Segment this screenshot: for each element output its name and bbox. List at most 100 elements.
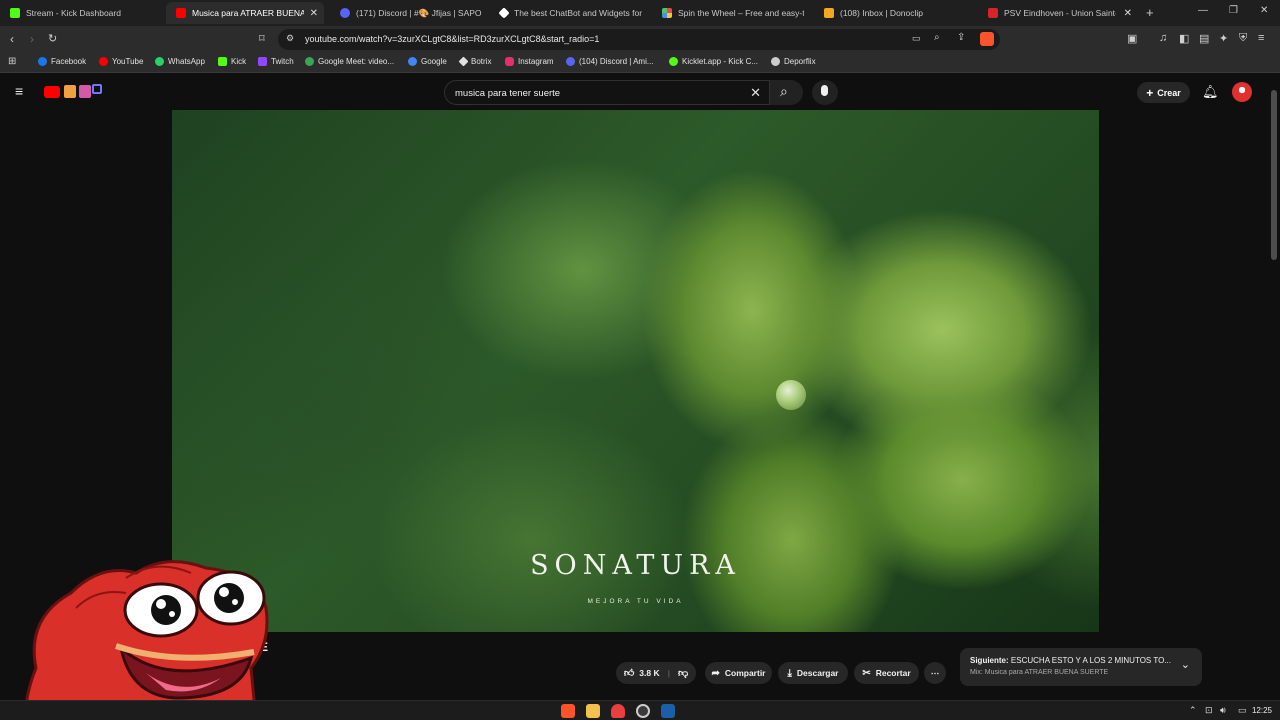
like-count[interactable]: 3.8 K: [639, 668, 659, 678]
search-button[interactable]: ⌕: [770, 80, 803, 105]
url-text[interactable]: youtube.com/watch?v=3zurXCLgtC8&list=RD3…: [305, 34, 599, 44]
volume-icon[interactable]: 🔊︎: [1220, 705, 1226, 716]
bookmark-twitch[interactable]: Twitch: [258, 57, 294, 66]
leo-ai-icon[interactable]: ✦: [1219, 32, 1228, 45]
search-icon: ⌕: [780, 83, 788, 99]
bookmark-label: Kick: [231, 57, 247, 66]
network-icon[interactable]: ⊡: [1205, 705, 1213, 716]
brave-browser-icon[interactable]: [561, 704, 575, 718]
address-bar[interactable]: ⚙ youtube.com/watch?v=3zurXCLgtC8&list=R…: [278, 29, 1000, 50]
bookmark-kicklet[interactable]: Kicklet.app - Kick C...: [669, 57, 758, 66]
bookmark-youtube[interactable]: YouTube: [99, 57, 143, 66]
site-settings-icon[interactable]: ⚙: [286, 33, 294, 44]
bookmark-deporflix[interactable]: Deporflix: [771, 57, 816, 66]
browser-toolbar: ‹ › ↻ ⌑ ⚙ youtube.com/watch?v=3zurXCLgtC…: [0, 26, 1280, 53]
tab-kick-dashboard[interactable]: Stream - Kick Dashboard: [0, 2, 160, 24]
bookmark-label: Deporflix: [784, 57, 816, 66]
restore-icon[interactable]: ❐: [1229, 5, 1238, 16]
tab-spin-the-wheel[interactable]: Spin the Wheel – Free and easy-to-u: [652, 2, 804, 24]
dislike-icon[interactable]: 👎︎: [678, 667, 688, 679]
new-tab-icon[interactable]: +: [1146, 5, 1154, 20]
bookmark-google-meet[interactable]: Google Meet: video...: [305, 57, 394, 66]
bookmark-label: Google Meet: video...: [318, 57, 395, 66]
menu-icon[interactable]: ≡: [1258, 32, 1264, 44]
facebook-icon: [38, 57, 47, 66]
share-icon[interactable]: ⇪: [957, 32, 965, 43]
browser-tab-strip: Stream - Kick Dashboard Musica para ATRA…: [0, 0, 1280, 26]
next-up-label: Siguiente:: [970, 656, 1009, 665]
tab-discord[interactable]: (171) Discord | #🎨 Jfijas | SAPOLIO: [330, 2, 482, 24]
bookmark-google[interactable]: Google: [408, 57, 447, 66]
media-icon[interactable]: ♫: [1159, 32, 1167, 44]
bookmark-facebook[interactable]: Facebook: [38, 57, 86, 66]
battery-icon[interactable]: ▭: [1238, 705, 1247, 716]
youtube-header: ≡ musica para tener suerte ✕ ⌕ + Crear 🔔…: [0, 74, 1268, 110]
youtube-logo-icon[interactable]: [44, 86, 60, 98]
share-arrow-icon: ➦: [711, 667, 720, 679]
bookmark-whatsapp[interactable]: WhatsApp: [155, 57, 205, 66]
clock[interactable]: 12:25: [1252, 706, 1272, 715]
tab-psv-eindhoven[interactable]: PSV Eindhoven - Union Saint-Gi ✕: [978, 2, 1138, 24]
chevron-down-icon[interactable]: ⌄: [1181, 658, 1190, 671]
bookmark-instagram[interactable]: Instagram: [505, 57, 554, 66]
app-icon[interactable]: [611, 704, 625, 718]
download-icon: ⤓: [787, 667, 792, 679]
microphone-icon: [821, 85, 828, 96]
scrollbar-thumb[interactable]: [1271, 90, 1277, 260]
minimize-icon[interactable]: —: [1198, 5, 1208, 16]
bookmark-botrix[interactable]: Botrix: [458, 56, 492, 67]
voice-search-button[interactable]: [812, 80, 838, 105]
doodle-logo-icon: [79, 85, 91, 98]
create-button[interactable]: + Crear: [1137, 82, 1190, 103]
hamburger-menu-icon[interactable]: ≡: [15, 83, 23, 99]
video-player[interactable]: SONATURA MEJORA TU VIDA: [172, 110, 1099, 632]
share-button[interactable]: ➦ Compartir: [705, 662, 772, 684]
tab-botrix[interactable]: The best ChatBot and Widgets for K: [490, 2, 642, 24]
close-tab-icon[interactable]: ✕: [1124, 8, 1132, 19]
search-input[interactable]: musica para tener suerte ✕: [444, 80, 770, 105]
brave-shields-icon[interactable]: [980, 32, 994, 46]
like-icon[interactable]: 👍︎: [624, 667, 634, 679]
bookmark-label: Instagram: [518, 57, 554, 66]
clip-button[interactable]: ✂ Recortar: [854, 662, 919, 684]
download-button[interactable]: ⤓ Descargar: [778, 662, 848, 684]
search-query[interactable]: musica para tener suerte: [455, 88, 560, 99]
apps-grid-icon[interactable]: ⊞: [8, 56, 16, 67]
bookmark-label: Google: [421, 57, 447, 66]
reading-list-icon[interactable]: ◧: [1179, 32, 1189, 45]
steam-icon[interactable]: [661, 704, 675, 718]
tab-donoclip[interactable]: (108) Inbox | Donoclip: [814, 2, 974, 24]
playlist-next-up[interactable]: Siguiente: ESCUCHA ESTO Y A LOS 2 MINUTO…: [960, 648, 1202, 686]
back-icon[interactable]: ‹: [10, 32, 14, 46]
bookmark-kick[interactable]: Kick: [218, 57, 246, 66]
tab-youtube-active[interactable]: Musica para ATRAER BUENA ✕: [166, 2, 324, 24]
close-tab-icon[interactable]: ✕: [310, 8, 318, 19]
video-watermark: SONATURA: [530, 550, 741, 581]
obs-icon[interactable]: [636, 704, 650, 718]
kick-icon: [10, 8, 20, 18]
video-watermark-subtitle: MEJORA TU VIDA: [587, 598, 684, 605]
sidebar-panel-icon[interactable]: ▣: [1127, 32, 1137, 45]
clear-search-icon[interactable]: ✕: [750, 85, 761, 101]
close-window-icon[interactable]: ✕: [1260, 5, 1268, 16]
create-label: Crear: [1157, 87, 1181, 98]
google-icon: [305, 57, 314, 66]
like-dislike-group: 👍︎ 3.8 K | 👎︎: [616, 662, 696, 684]
tray-chevron-icon[interactable]: ⌃: [1189, 705, 1197, 716]
file-explorer-icon[interactable]: [586, 704, 600, 718]
bookmark-icon[interactable]: ⌑: [259, 32, 265, 45]
pepe-emote-overlay: [24, 560, 269, 720]
download-label: Descargar: [796, 668, 839, 678]
vpn-icon[interactable]: ⛨: [1239, 32, 1247, 45]
bookmark-discord[interactable]: (104) Discord | Ami...: [566, 57, 654, 66]
zoom-icon[interactable]: ⌕: [934, 32, 940, 43]
more-actions-button[interactable]: ⋯: [924, 662, 946, 684]
notifications-bell-icon[interactable]: 🔔︎: [1202, 84, 1219, 100]
reload-icon[interactable]: ↻: [48, 32, 57, 45]
avatar[interactable]: [1232, 82, 1252, 102]
bookmark-label: Botrix: [471, 57, 492, 66]
forward-icon[interactable]: ›: [30, 32, 34, 46]
wallet-icon[interactable]: ▤: [1199, 32, 1209, 45]
discord-icon: [340, 8, 350, 18]
cast-icon[interactable]: ▭: [912, 33, 921, 44]
